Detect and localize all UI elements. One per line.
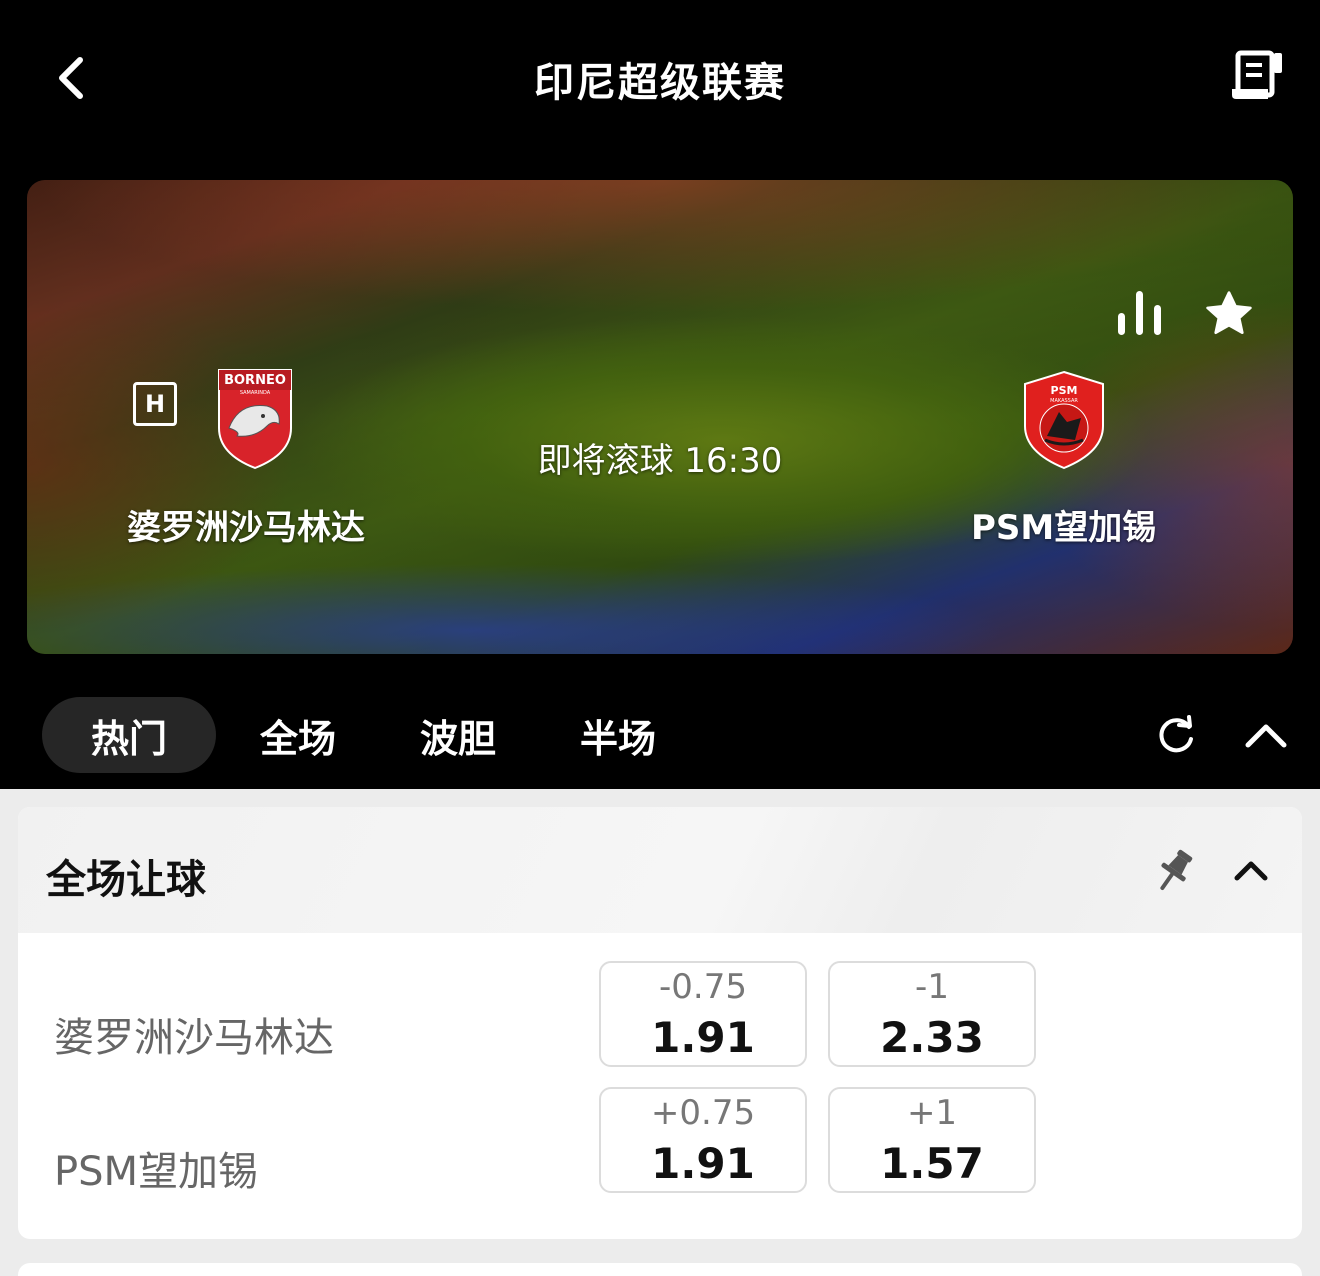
tab-correct-score[interactable]: 波胆 <box>380 697 536 773</box>
star-icon <box>1206 291 1252 335</box>
collapse-all-button[interactable] <box>1238 710 1294 762</box>
odds-button[interactable]: +0.75 1.91 <box>599 1087 807 1193</box>
odds-price: 2.33 <box>880 1013 984 1062</box>
odds-button[interactable]: -0.75 1.91 <box>599 961 807 1067</box>
odds-price: 1.91 <box>651 1139 755 1188</box>
odds-button[interactable]: +1 1.57 <box>828 1087 1036 1193</box>
away-team-name: PSM望加锡 <box>971 508 1157 548</box>
tab-half-time[interactable]: 半场 <box>540 697 696 773</box>
home-team-label: 婆罗洲沙马林达 <box>54 1015 334 1061</box>
handicap-line: +1 <box>906 1093 958 1133</box>
betslip-button[interactable] <box>1226 44 1290 108</box>
svg-text:MAKASSAR: MAKASSAR <box>1050 398 1078 404</box>
home-badge: H <box>133 382 177 426</box>
market-title: 全场让球 <box>46 857 206 903</box>
market-header[interactable]: 全场让球 <box>18 807 1302 933</box>
chevron-up-icon <box>1245 724 1287 748</box>
refresh-button[interactable] <box>1150 710 1202 762</box>
page-title: 印尼超级联赛 <box>534 60 786 106</box>
home-team-name: 婆罗洲沙马林达 <box>127 508 365 548</box>
favorite-button[interactable] <box>1197 282 1261 346</box>
handicap-line: -0.75 <box>659 967 747 1007</box>
svg-text:SAMARINDA: SAMARINDA <box>240 390 271 396</box>
pin-button[interactable] <box>1148 843 1202 897</box>
odds-price: 1.91 <box>651 1013 755 1062</box>
svg-text:PSM: PSM <box>1051 384 1078 397</box>
kickoff-time: 即将滚球 16:30 <box>537 441 783 481</box>
stats-button[interactable] <box>1112 285 1168 341</box>
bar-chart-icon <box>1118 291 1161 335</box>
next-market-card <box>18 1263 1302 1276</box>
top-bar: 印尼超级联赛 <box>0 0 1320 160</box>
refresh-icon <box>1159 715 1193 753</box>
match-hero: H BORNEO SAMARINDA PSM MAKASSAR 即将滚球 16:… <box>27 180 1293 654</box>
pin-icon <box>1160 849 1193 891</box>
receipt-icon <box>1232 50 1282 99</box>
tab-hot[interactable]: 热门 <box>42 697 216 773</box>
handicap-line: -1 <box>915 967 949 1007</box>
svg-text:BORNEO: BORNEO <box>224 373 286 388</box>
tab-full-time[interactable]: 全场 <box>220 697 376 773</box>
chevron-up-icon <box>1234 861 1268 881</box>
market-collapse-button[interactable] <box>1224 843 1278 897</box>
handicap-line: +0.75 <box>650 1093 756 1133</box>
market-tabs: 热门 全场 波胆 半场 <box>42 697 700 773</box>
market-card: 全场让球 婆罗洲沙马林达 PSM望加锡 -0.75 1.91 -1 2.33 +… <box>18 807 1302 1239</box>
odds-button[interactable]: -1 2.33 <box>828 961 1036 1067</box>
market-list: 全场让球 婆罗洲沙马林达 PSM望加锡 -0.75 1.91 -1 2.33 +… <box>0 789 1320 1276</box>
odds-price: 1.57 <box>880 1139 984 1188</box>
away-team-label: PSM望加锡 <box>54 1149 259 1195</box>
